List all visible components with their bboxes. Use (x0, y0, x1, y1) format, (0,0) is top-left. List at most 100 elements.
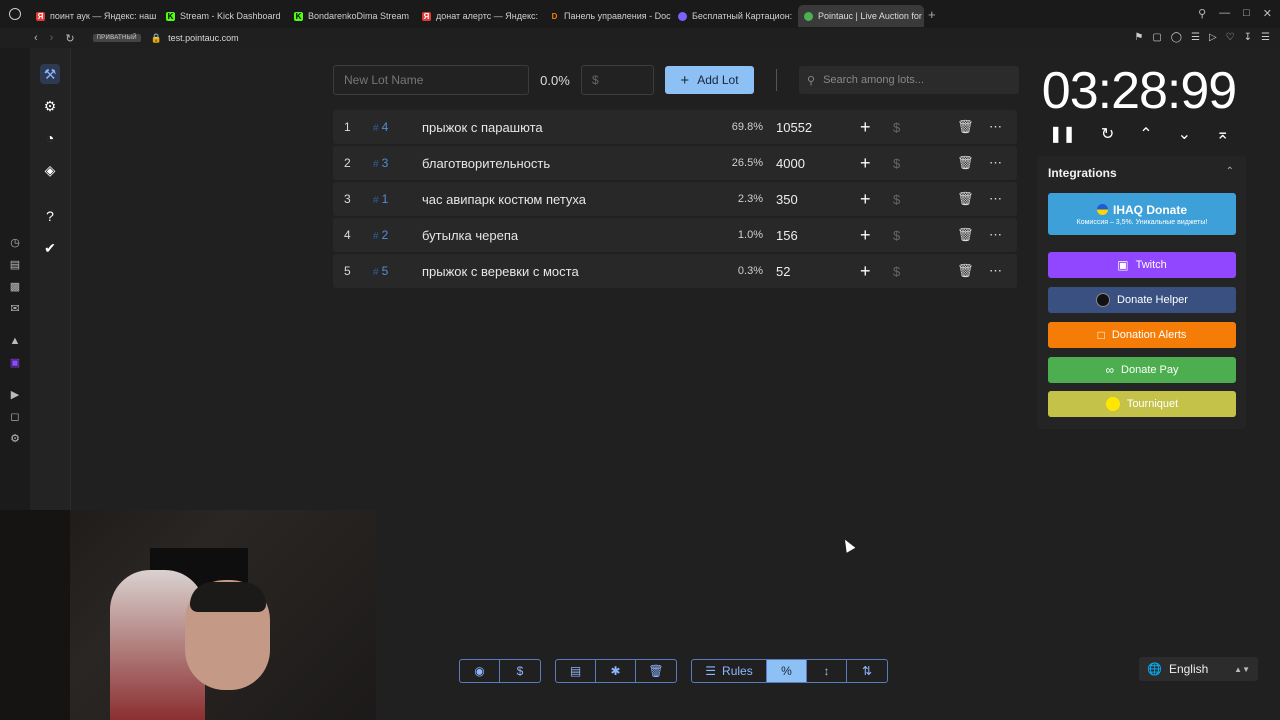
lot-name[interactable]: бутылка черепа (422, 228, 518, 243)
lot-name[interactable]: час авипарк костюм петуха (422, 192, 586, 207)
double-chevron-up-icon[interactable]: ⌅ (1216, 124, 1229, 144)
lot-amount[interactable]: 10552 (776, 120, 812, 135)
back-icon[interactable]: ‹ (34, 32, 38, 45)
browser-tab[interactable]: Я поинт аук — Яндекс: наш (30, 5, 160, 27)
dollar-icon[interactable]: $ (893, 120, 900, 135)
new-tab-icon[interactable]: + (928, 7, 936, 22)
tourniquet-button[interactable]: Tourniquet (1048, 391, 1236, 417)
shield-icon[interactable]: ◯ (1171, 32, 1182, 43)
chevron-down-icon[interactable]: ⌄ (1178, 124, 1191, 144)
compact-view-button[interactable]: ↕ (807, 660, 847, 682)
minimize-icon[interactable]: — (1219, 7, 1230, 20)
url-field[interactable]: test.pointauc.com (168, 33, 239, 43)
lot-amount[interactable]: 4000 (776, 156, 805, 171)
language-select[interactable]: 🌐 English ▲▼ (1139, 657, 1258, 681)
reset-icon[interactable]: ↻ (1101, 124, 1114, 144)
lot-amount[interactable]: 52 (776, 264, 790, 279)
delete-icon[interactable]: 🗑 (957, 119, 974, 135)
player-icon[interactable]: ▶ (8, 388, 22, 402)
delete-icon[interactable]: 🗑 (957, 155, 974, 171)
more-options-icon[interactable]: ⋯ (989, 227, 1003, 243)
twitch-side-icon[interactable]: ▣ (8, 356, 22, 370)
browser-tab[interactable]: Я донат алертс — Яндекс: (416, 5, 544, 27)
more-options-icon[interactable]: ⋯ (989, 263, 1003, 279)
twitch-button[interactable]: ▣ Twitch (1048, 252, 1236, 278)
shield-check-icon[interactable]: ✔ (40, 238, 60, 258)
lot-row[interactable]: 3 #1 час авипарк костюм петуха 2.3% 350 … (333, 182, 1017, 216)
search-input[interactable]: ⚲ Search among lots... (799, 66, 1019, 94)
settings-icon[interactable]: ⚙ (40, 96, 60, 116)
amount-input[interactable]: $ (581, 65, 654, 95)
help-icon[interactable]: ? (40, 206, 60, 226)
lot-row[interactable]: 4 #2 бутылка черепа 1.0% 156 + $ 🗑 ⋯ (333, 218, 1017, 252)
add-amount-icon[interactable]: + (860, 118, 871, 136)
more-options-icon[interactable]: ⋯ (989, 191, 1003, 207)
extensions-icon[interactable]: ◻ (8, 410, 22, 424)
delete-icon[interactable]: 🗑 (957, 227, 974, 243)
more-options-icon[interactable]: ⋯ (989, 155, 1003, 171)
menu-icon[interactable]: ☰ (1261, 32, 1270, 43)
wallet-icon[interactable]: ▤ (8, 258, 22, 272)
donate-helper-button[interactable]: Donate Helper (1048, 287, 1236, 313)
heart-icon[interactable]: ♡ (1226, 32, 1235, 43)
new-lot-name-input[interactable]: New Lot Name (333, 65, 529, 95)
browser-tab[interactable]: K BondarenkoDima Stream (288, 5, 416, 27)
save-button[interactable]: ▤ (556, 660, 596, 682)
kick-side-icon[interactable]: ▲ (8, 334, 22, 348)
dollar-icon[interactable]: $ (893, 192, 900, 207)
dollar-icon[interactable]: $ (893, 264, 900, 279)
reload-icon[interactable]: ↻ (65, 32, 74, 45)
maximize-icon[interactable]: □ (1243, 7, 1250, 20)
percent-toggle[interactable]: % (767, 660, 807, 682)
sort-button[interactable]: ⇅ (847, 660, 887, 682)
lot-name[interactable]: прыжок с веревки с моста (422, 264, 579, 279)
download-icon[interactable]: ↧ (1244, 32, 1252, 43)
gallery-icon[interactable]: ▩ (8, 280, 22, 294)
lock-icon[interactable]: 🔒 (151, 33, 162, 44)
donation-alerts-button[interactable]: □ Donation Alerts (1048, 322, 1236, 348)
github-button[interactable]: ◉ (460, 660, 500, 682)
bug-report-button[interactable]: ✱ (596, 660, 636, 682)
lot-row[interactable]: 2 #3 благотворительность 26.5% 4000 + $ … (333, 146, 1017, 180)
browser-tab-active[interactable]: Pointauc | Live Auction for (798, 5, 924, 27)
chevron-up-icon[interactable]: ⌃ (1139, 124, 1152, 144)
lot-row[interactable]: 5 #5 прыжок с веревки с моста 0.3% 52 + … (333, 254, 1017, 288)
auction-hammer-icon[interactable]: ⚒ (40, 64, 60, 84)
pin-icon[interactable]: ⚑ (1134, 32, 1143, 43)
forward-icon[interactable]: › (50, 32, 54, 45)
reader-icon[interactable]: ▢ (1152, 32, 1161, 43)
add-amount-icon[interactable]: + (860, 262, 871, 280)
dollar-icon[interactable]: $ (893, 156, 900, 171)
lot-amount[interactable]: 156 (776, 228, 798, 243)
pause-icon[interactable]: ❚❚ (1049, 124, 1076, 144)
layers-icon[interactable]: ◈ (40, 160, 60, 180)
dollar-icon[interactable]: $ (893, 228, 900, 243)
add-amount-icon[interactable]: + (860, 226, 871, 244)
rules-button[interactable]: ☰ Rules (692, 660, 767, 682)
lot-amount[interactable]: 350 (776, 192, 798, 207)
settings-side-icon[interactable]: ⚙ (8, 432, 22, 446)
collapse-icon[interactable]: ⌃ (1226, 166, 1234, 177)
browser-tab[interactable]: K Stream - Kick Dashboard (160, 5, 288, 27)
delete-icon[interactable]: 🗑 (957, 191, 974, 207)
clear-lots-button[interactable]: 🗑 (636, 660, 676, 682)
add-amount-icon[interactable]: + (860, 190, 871, 208)
add-amount-icon[interactable]: + (860, 154, 871, 172)
donate-pay-button[interactable]: ∞ Donate Pay (1048, 357, 1236, 383)
lot-row[interactable]: 1 #4 прыжок с парашюта 69.8% 10552 + $ 🗑… (333, 110, 1017, 144)
donate-button[interactable]: $ (500, 660, 540, 682)
more-options-icon[interactable]: ⋯ (989, 119, 1003, 135)
browser-tab[interactable]: D Панель управления - Doc (544, 5, 672, 27)
play-icon[interactable]: ▷ (1209, 32, 1217, 43)
close-icon[interactable]: ✕ (1263, 7, 1272, 20)
wheel-icon[interactable]: ◔ (40, 128, 60, 148)
browser-tab[interactable]: Бесплатный Картацион: (672, 5, 798, 27)
ihaq-donate-button[interactable]: IHAQ Donate Комиссия – 3,5%. Уникальные … (1048, 193, 1236, 235)
translate-icon[interactable]: ☰ (1191, 32, 1200, 43)
search-tabs-icon[interactable]: ⚲ (1198, 7, 1206, 20)
add-lot-button[interactable]: + Add Lot (665, 66, 754, 94)
browser-menu-icon[interactable] (0, 0, 30, 28)
mail-icon[interactable]: ✉ (8, 302, 22, 316)
lot-name[interactable]: благотворительность (422, 156, 550, 171)
history-icon[interactable]: ◷ (8, 236, 22, 250)
